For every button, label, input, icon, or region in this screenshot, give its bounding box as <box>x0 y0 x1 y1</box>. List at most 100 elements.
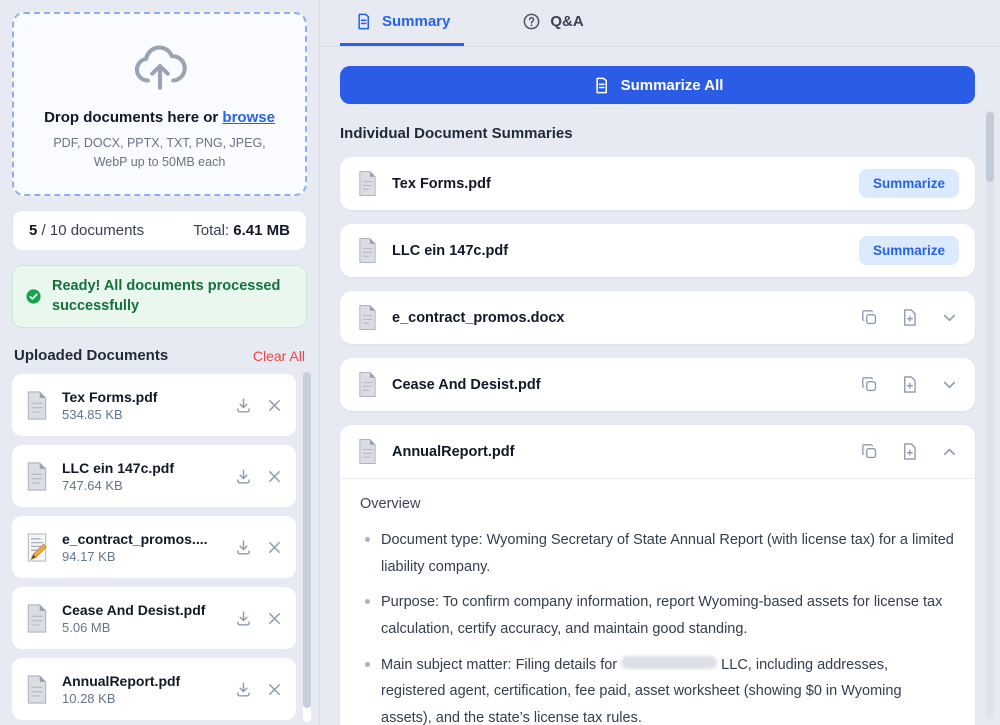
summaries-list: Tex Forms.pdf Summarize LLC ein 147c.pdf… <box>340 157 975 725</box>
summarize-all-label: Summarize All <box>621 77 724 94</box>
document-size: 94.17 KB <box>62 549 222 564</box>
copy-summary-button[interactable] <box>860 375 879 394</box>
status-message: Ready! All documents processed successfu… <box>52 277 294 316</box>
summary-row: Cease And Desist.pdf <box>340 358 975 411</box>
document-size: 747.64 KB <box>62 478 222 493</box>
download-document-button[interactable] <box>234 609 253 628</box>
collapse-toggle-button[interactable] <box>940 442 959 461</box>
copy-icon <box>860 442 879 461</box>
pdf-file-icon <box>356 170 379 197</box>
document-icon <box>592 76 611 95</box>
upload-dropzone[interactable]: Drop documents here or browse PDF, DOCX,… <box>12 12 307 196</box>
document-name: AnnualReport.pdf <box>392 444 847 460</box>
summary-row: e_contract_promos.docx <box>340 291 975 344</box>
pdf-file-icon <box>24 674 50 705</box>
remove-document-button[interactable] <box>265 538 284 557</box>
uploaded-document-item: Tex Forms.pdf 534.85 KB <box>12 374 296 436</box>
download-icon <box>234 680 253 699</box>
summary-row-header[interactable]: LLC ein 147c.pdf Summarize <box>340 224 975 277</box>
summary-row-header[interactable]: Tex Forms.pdf Summarize <box>340 157 975 210</box>
summary-body: Overview Document type: Wyoming Secretar… <box>340 478 975 725</box>
document-icon <box>354 12 373 31</box>
download-document-button[interactable] <box>234 396 253 415</box>
document-name: Cease And Desist.pdf <box>392 377 847 393</box>
tab-qa[interactable]: Q&A <box>508 0 597 46</box>
document-name: Tex Forms.pdf <box>62 389 222 405</box>
uploaded-document-item: AnnualReport.pdf 10.28 KB <box>12 658 296 720</box>
sidebar: Drop documents here or browse PDF, DOCX,… <box>0 0 320 725</box>
close-icon <box>265 467 284 486</box>
file-plus-icon <box>900 375 919 394</box>
copy-icon <box>860 308 879 327</box>
clear-all-button[interactable]: Clear All <box>253 348 305 364</box>
chevron-down-icon <box>940 375 959 394</box>
summary-row: Tex Forms.pdf Summarize <box>340 157 975 210</box>
uploaded-document-item: Cease And Desist.pdf 5.06 MB <box>12 587 296 649</box>
check-circle-icon <box>25 288 42 305</box>
sidebar-scrollbar-thumb[interactable] <box>303 372 311 708</box>
copy-summary-button[interactable] <box>860 308 879 327</box>
summarize-button[interactable]: Summarize <box>859 236 959 265</box>
summary-row-header[interactable]: Cease And Desist.pdf <box>340 358 975 411</box>
remove-document-button[interactable] <box>265 467 284 486</box>
document-size: 10.28 KB <box>62 691 222 706</box>
main-scrollbar-thumb[interactable] <box>986 112 994 182</box>
pdf-file-icon <box>24 390 50 421</box>
close-icon <box>265 609 284 628</box>
tab-qa-label: Q&A <box>550 13 583 30</box>
download-icon <box>234 538 253 557</box>
pdf-file-icon <box>356 304 379 331</box>
pdf-file-icon <box>24 461 50 492</box>
remove-document-button[interactable] <box>265 609 284 628</box>
close-icon <box>265 680 284 699</box>
download-document-button[interactable] <box>234 680 253 699</box>
remove-document-button[interactable] <box>265 680 284 699</box>
summary-bullet: Document type: Wyoming Secretary of Stat… <box>381 527 955 580</box>
summary-row-header[interactable]: e_contract_promos.docx <box>340 291 975 344</box>
file-plus-icon <box>900 308 919 327</box>
download-document-button[interactable] <box>234 538 253 557</box>
document-name: e_contract_promos.docx <box>392 310 847 326</box>
copy-icon <box>860 375 879 394</box>
collapse-toggle-button[interactable] <box>940 308 959 327</box>
summary-row: AnnualReport.pdf Overview Document type:… <box>340 425 975 725</box>
pdf-file-icon <box>356 438 379 465</box>
uploaded-document-item: e_contract_promos.... 94.17 KB <box>12 516 296 578</box>
summarize-all-button[interactable]: Summarize All <box>340 66 975 104</box>
document-name: AnnualReport.pdf <box>62 673 222 689</box>
main-scrollbar[interactable] <box>986 110 994 718</box>
summary-row: LLC ein 147c.pdf Summarize <box>340 224 975 277</box>
export-summary-button[interactable] <box>900 375 919 394</box>
collapse-toggle-button[interactable] <box>940 375 959 394</box>
pdf-file-icon <box>356 237 379 264</box>
summarize-button[interactable]: Summarize <box>859 169 959 198</box>
file-plus-icon <box>900 442 919 461</box>
document-counter: 5 / 10 documents Total: 6.41 MB <box>12 210 307 251</box>
question-circle-icon <box>522 12 541 31</box>
tab-summary[interactable]: Summary <box>340 0 464 46</box>
cloud-upload-icon <box>131 37 189 95</box>
copy-summary-button[interactable] <box>860 442 879 461</box>
document-count: 5 / 10 documents <box>29 222 144 239</box>
chevron-up-icon <box>940 442 959 461</box>
overview-title: Overview <box>360 496 955 512</box>
browse-link[interactable]: browse <box>222 109 275 126</box>
export-summary-button[interactable] <box>900 442 919 461</box>
summary-bullets: Document type: Wyoming Secretary of Stat… <box>360 527 955 725</box>
document-name: e_contract_promos.... <box>62 531 222 547</box>
upload-instruction: Drop documents here or browse <box>44 109 275 126</box>
uploaded-documents-list: Tex Forms.pdf 534.85 KB LLC ein 147c.pdf… <box>12 374 296 720</box>
document-name: Cease And Desist.pdf <box>62 602 222 618</box>
upload-filetypes: PDF, DOCX, PPTX, TXT, PNG, JPEG, WebP up… <box>53 134 265 172</box>
tab-bar: Summary Q&A <box>320 0 1000 47</box>
sidebar-scrollbar[interactable] <box>303 372 311 722</box>
summary-row-header[interactable]: AnnualReport.pdf <box>340 425 975 478</box>
download-document-button[interactable] <box>234 467 253 486</box>
row-icon-group <box>860 375 959 394</box>
export-summary-button[interactable] <box>900 308 919 327</box>
tab-summary-label: Summary <box>382 13 450 30</box>
pdf-file-icon <box>24 603 50 634</box>
remove-document-button[interactable] <box>265 396 284 415</box>
download-icon <box>234 609 253 628</box>
pdf-file-icon <box>356 371 379 398</box>
